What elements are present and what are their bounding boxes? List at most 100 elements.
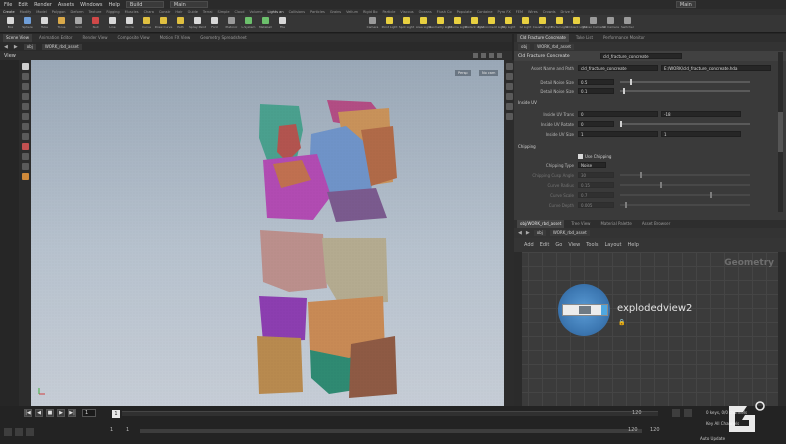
shelf-tool-point-light[interactable]: Point Light — [382, 15, 397, 32]
shelf-tool-spot-light[interactable]: Spot Light — [399, 15, 414, 32]
parm-value-field[interactable]: 0.7 — [578, 192, 614, 198]
shelf-tool-area-light[interactable]: Area Light — [416, 15, 431, 32]
parm-value-field[interactable]: 0.005 — [578, 202, 614, 208]
tab-node-params[interactable]: Cld Fracture Concreate — [517, 34, 569, 42]
shelf-tool-sky-light[interactable]: Sky Light — [501, 15, 516, 32]
play-forward-button[interactable]: ▶ — [57, 409, 65, 417]
back-icon[interactable]: ◀ — [4, 44, 8, 50]
auto-update-dropdown[interactable]: Auto Update — [700, 436, 725, 441]
view-icon[interactable] — [21, 123, 29, 130]
parm-slider[interactable] — [620, 88, 750, 94]
end2-field[interactable]: 120 — [650, 427, 660, 433]
range-slider[interactable] — [140, 429, 642, 433]
display-icon[interactable] — [481, 53, 486, 58]
path-root[interactable]: obj — [23, 43, 36, 50]
pane-tab[interactable]: Motion FX View — [157, 34, 194, 42]
parm-value-field[interactable]: 0 — [578, 121, 614, 127]
pane-tab[interactable]: Render View — [79, 34, 110, 42]
desktop-dropdown[interactable]: Build — [125, 1, 164, 8]
parm-slider[interactable] — [620, 121, 750, 127]
shelf-tool-metaball[interactable]: Metaball — [258, 15, 273, 32]
net-menu-help[interactable]: Help — [628, 242, 639, 248]
shelf-tool-line[interactable]: Line — [105, 15, 120, 32]
parm-value-field[interactable]: 0 — [578, 111, 658, 117]
snap-grid-icon[interactable] — [21, 153, 29, 160]
chipping-type-dropdown[interactable]: Noise — [578, 162, 606, 168]
menu-help[interactable]: Help — [108, 2, 119, 8]
wireframe-icon[interactable] — [505, 73, 513, 80]
range-start-field[interactable]: 1 — [126, 427, 129, 433]
parm-value-field-2[interactable]: -18 — [661, 111, 741, 117]
menu-assets[interactable]: Assets — [58, 2, 74, 8]
tab-take-list[interactable]: Take List — [573, 34, 596, 42]
menu-edit[interactable]: Edit — [18, 2, 28, 8]
handle-icon[interactable] — [21, 103, 29, 110]
scale-icon[interactable] — [21, 93, 29, 100]
menu-windows[interactable]: Windows — [80, 2, 102, 8]
viewport[interactable]: Persp No cam — [31, 60, 504, 406]
settings-gear-icon[interactable] — [26, 428, 34, 436]
camera-icon[interactable] — [497, 53, 502, 58]
shelf-tool-draw-curve[interactable]: Draw Curve — [155, 15, 172, 32]
render-icon[interactable] — [21, 173, 29, 180]
shelf-tool-box[interactable]: Box — [3, 15, 18, 32]
frame-marker[interactable]: 1 — [112, 410, 120, 418]
parm-path-node[interactable]: WORK_rbd_asset — [534, 43, 574, 50]
first-frame-button[interactable]: |◀ — [24, 409, 32, 417]
shelf-tool-null[interactable]: Null — [88, 15, 103, 32]
net-menu-add[interactable]: Add — [524, 242, 534, 248]
lock-icon[interactable] — [21, 163, 29, 170]
net-menu-edit[interactable]: Edit — [540, 242, 550, 248]
points-icon[interactable] — [505, 93, 513, 100]
shelf-tool-distant-light[interactable]: Distant Light — [465, 15, 484, 32]
parm-slider[interactable] — [620, 182, 750, 188]
network-dropdown[interactable]: Main — [169, 1, 208, 8]
net-back-icon[interactable]: ◀ — [518, 230, 522, 236]
pane-tab[interactable]: Composite View — [115, 34, 153, 42]
node-explodedview2[interactable] — [562, 304, 608, 316]
forward-icon[interactable]: ▶ — [14, 44, 18, 50]
section-chipping[interactable]: Chipping — [518, 144, 536, 149]
tab-network[interactable]: obj/WORK_rbd_asset — [517, 220, 565, 228]
tab-tree-view[interactable]: Tree View — [568, 220, 593, 228]
range-end-field[interactable]: 120 — [628, 427, 638, 433]
play-back-button[interactable]: ◀ — [35, 409, 43, 417]
move-icon[interactable] — [21, 73, 29, 80]
parm-slider[interactable] — [620, 202, 750, 208]
parm-slider[interactable] — [620, 79, 750, 85]
shelf-tool-camera[interactable]: Camera — [365, 15, 380, 32]
magnet-icon[interactable] — [21, 143, 29, 150]
shelf-tool-ambient-light[interactable]: Ambient Light — [566, 15, 587, 32]
parm-slider[interactable] — [620, 192, 750, 198]
shading-icon[interactable] — [489, 53, 494, 58]
use-chipping-checkbox[interactable] — [578, 153, 583, 159]
net-forward-icon[interactable]: ▶ — [526, 230, 530, 236]
brush-icon[interactable] — [21, 133, 29, 140]
stop-button[interactable]: ■ — [46, 409, 54, 417]
net-path-root[interactable]: obj — [533, 230, 546, 236]
display-option-icon[interactable] — [505, 63, 513, 70]
menu-file[interactable]: File — [4, 2, 12, 8]
parm-value-field[interactable]: 0.15 — [578, 182, 614, 188]
asset-name-field[interactable]: cld_fracture_concreate — [578, 65, 658, 71]
shelf-tool-curve[interactable]: Curve — [139, 15, 154, 32]
parm-value-field[interactable]: 0.1 — [578, 88, 614, 94]
frame-field[interactable]: 1 — [82, 409, 96, 417]
shelf-tool-stereo-camera[interactable]: Stereo Camera — [582, 15, 605, 32]
pane-tab[interactable]: Animation Editor — [36, 34, 76, 42]
ghost-icon[interactable] — [505, 83, 513, 90]
rotate-icon[interactable] — [21, 83, 29, 90]
shelf-tool-spray-paint[interactable]: Spray Paint — [189, 15, 206, 32]
tab-performance[interactable]: Performance Monitor — [600, 34, 648, 42]
network-editor[interactable]: Geometry explodedview2 🔒 — [514, 252, 778, 406]
shelf-tool-portal-light[interactable]: Portal Light — [551, 15, 568, 32]
snap-icon[interactable] — [473, 53, 478, 58]
tab-asset-browser[interactable]: Asset Browser — [639, 220, 673, 228]
net-menu-layout[interactable]: Layout — [605, 242, 622, 248]
parm-value-field-2[interactable]: 1 — [661, 131, 741, 137]
shelf-tool-torus[interactable]: Torus — [54, 15, 69, 32]
display-flag[interactable] — [601, 305, 607, 315]
section-inside-uv[interactable]: Inside UV — [518, 100, 537, 105]
shelf-tool-circle[interactable]: Circle — [122, 15, 137, 32]
shelf-tool-gi-light[interactable]: GI Light — [518, 15, 533, 32]
